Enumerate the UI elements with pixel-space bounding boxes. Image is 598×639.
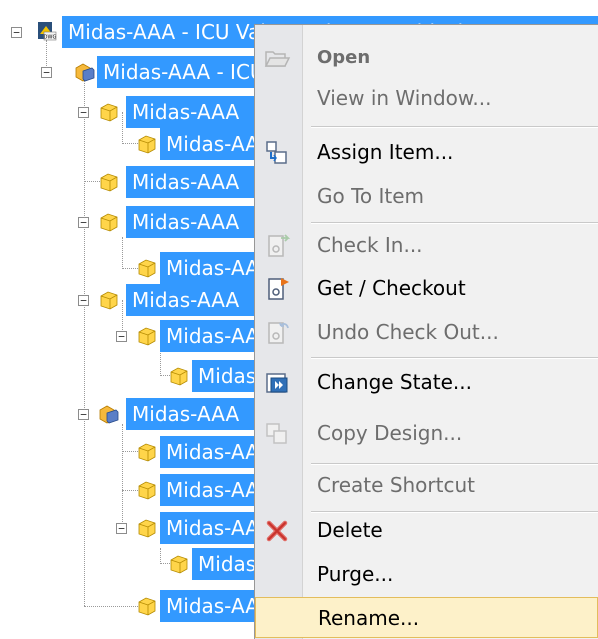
tree-connector [122, 300, 123, 332]
part-icon [138, 259, 156, 278]
part-icon [100, 103, 118, 122]
tree-node-label: Midas-AAA [192, 360, 257, 392]
tree-connector [122, 112, 123, 144]
menu-item-purge[interactable]: Purge... [255, 554, 598, 595]
menu-item-label: Purge... [317, 562, 394, 586]
menu-item-delete[interactable]: Delete [255, 510, 598, 551]
assembly-icon [99, 405, 119, 424]
part-icon [138, 327, 156, 346]
tree-connector [122, 424, 123, 534]
tree-node-label: Midas-AAA [160, 320, 257, 352]
menu-item-label: Go To Item [317, 184, 425, 208]
part-icon [138, 481, 156, 500]
menu-item-get-checkout[interactable]: Get / Checkout [255, 268, 598, 309]
tree-connector [84, 606, 140, 607]
menu-item-label: Assign Item... [317, 140, 454, 164]
menu-item-label: Get / Checkout [317, 276, 466, 300]
part-icon [138, 597, 156, 616]
assembly-icon [75, 63, 95, 82]
drawing-file-icon: DWG [38, 22, 57, 41]
menu-item-open[interactable]: Open [255, 37, 598, 78]
part-icon [100, 213, 118, 232]
menu-item-label: Create Shortcut [317, 473, 475, 497]
menu-separator [311, 222, 598, 224]
menu-item-label: Undo Check Out... [317, 320, 499, 344]
menu-item-copy-design[interactable]: Copy Design... [255, 413, 598, 454]
menu-item-view-in-window[interactable]: View in Window... [255, 78, 598, 119]
tree-node-label: Midas-AAA [126, 284, 257, 316]
tree-node-label: Midas-AAA [126, 96, 257, 128]
tree-node-label: Midas-AAA - ICU Valve Assy [97, 56, 257, 88]
part-icon [138, 443, 156, 462]
tree-node-label: Midas-AAA [126, 166, 257, 198]
part-icon [138, 519, 156, 538]
menu-item-create-shortcut[interactable]: Create Shortcut [255, 465, 598, 506]
collapse-icon[interactable]: − [116, 523, 127, 534]
delete-icon [266, 520, 288, 542]
tree-connector [160, 548, 161, 564]
tree-node-label: Midas-AAA [160, 128, 257, 160]
menu-item-label: View in Window... [317, 86, 492, 110]
tree-node-label: Midas-AAA [160, 436, 257, 468]
collapse-icon[interactable]: − [78, 107, 89, 118]
menu-item-go-to-item[interactable]: Go To Item [255, 176, 598, 217]
change-state-icon [266, 373, 288, 393]
menu-item-label: Delete [317, 518, 383, 542]
menu-item-label: Check In... [317, 233, 423, 257]
collapse-icon[interactable]: − [78, 217, 89, 228]
menu-item-rename[interactable]: Rename... [255, 597, 598, 638]
folder-open-icon [264, 51, 291, 67]
tree-node-label: Midas-AAA [160, 474, 257, 506]
tree-node-label: Midas-AAA [160, 590, 257, 622]
context-menu: Open View in Window... Assign Item... Go… [254, 24, 598, 639]
tree-connector [122, 237, 123, 269]
collapse-icon[interactable]: − [78, 295, 89, 306]
tree-node-label: Midas-AAA [160, 252, 257, 284]
menu-item-assign-item[interactable]: Assign Item... [255, 132, 598, 173]
tree-connector [84, 80, 85, 606]
menu-item-check-in[interactable]: Check In... [255, 225, 598, 266]
tree-node-label: Midas-AAA [126, 206, 257, 238]
menu-item-label: Open [317, 47, 371, 68]
collapse-icon[interactable]: − [41, 67, 52, 78]
menu-item-label: Copy Design... [317, 421, 463, 445]
tree-node-label: Midas-AAA [126, 398, 257, 430]
collapse-icon[interactable]: − [11, 27, 22, 38]
copy-design-icon [266, 423, 287, 444]
checkout-icon [268, 278, 289, 300]
menu-separator [311, 126, 598, 128]
undo-checkout-icon [268, 322, 289, 344]
menu-item-undo-check-out[interactable]: Undo Check Out... [255, 312, 598, 353]
assign-item-icon [266, 141, 287, 164]
part-icon [100, 291, 118, 310]
check-in-icon [268, 234, 291, 257]
part-icon [138, 135, 156, 154]
svg-text:DWG: DWG [44, 35, 57, 41]
menu-item-label: Change State... [317, 370, 472, 394]
menu-item-label: Rename... [318, 606, 420, 630]
tree-node-label: Midas-AAA [160, 512, 257, 544]
part-icon [100, 173, 118, 192]
part-icon [170, 367, 188, 386]
part-icon [170, 555, 188, 574]
collapse-icon[interactable]: − [78, 409, 89, 420]
menu-item-change-state[interactable]: Change State... [255, 362, 598, 403]
collapse-icon[interactable]: − [116, 331, 127, 342]
menu-separator [311, 357, 598, 359]
tree-node-label: Midas-AAA [192, 548, 257, 580]
